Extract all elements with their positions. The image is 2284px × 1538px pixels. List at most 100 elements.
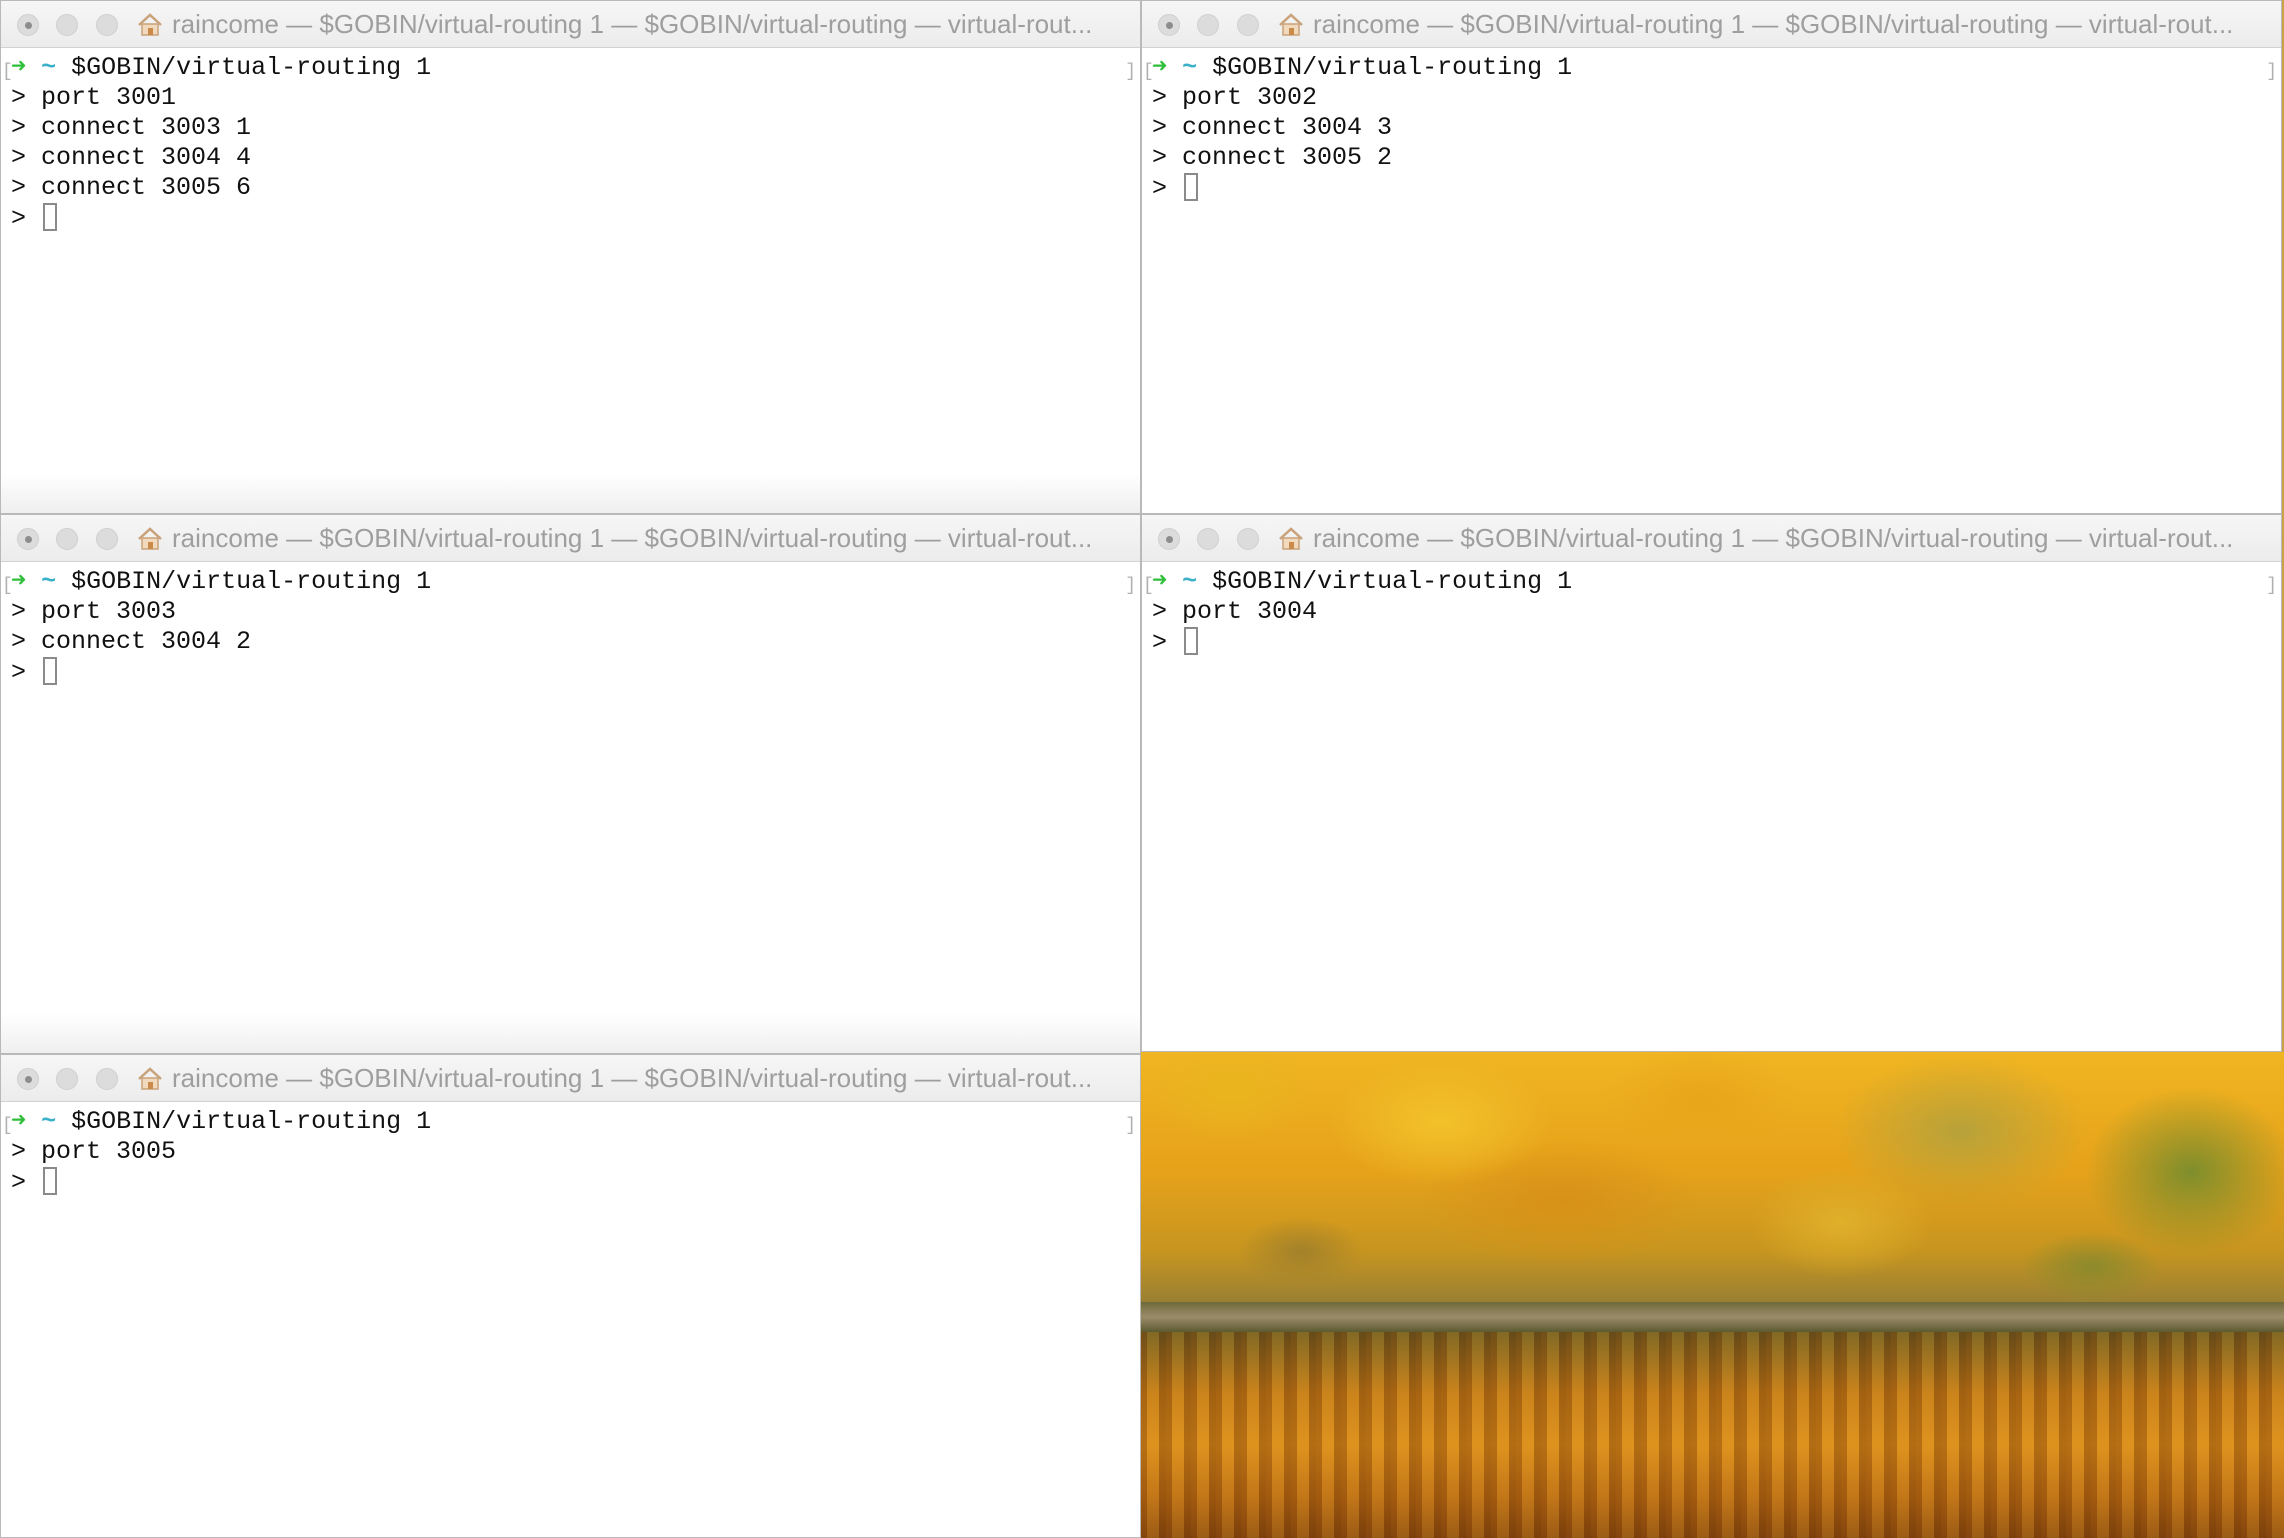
- output-line: > port 3004: [1152, 597, 1318, 626]
- title-bar[interactable]: raincome — $GOBIN/virtual-routing 1 — $G…: [1, 1055, 1140, 1102]
- window-title: raincome — $GOBIN/virtual-routing 1 — $G…: [172, 1063, 1093, 1093]
- window-shade: [1, 1013, 1140, 1053]
- terminal-content[interactable]: [ ] ➜ ~ $GOBIN/virtual-routing 1 > port …: [1, 563, 1140, 1053]
- prompt-command: $GOBIN/virtual-routing 1: [56, 567, 432, 596]
- close-icon[interactable]: [1158, 14, 1180, 36]
- prompt-line: ➜ ~ $GOBIN/virtual-routing 1: [1152, 567, 2281, 597]
- window-title: raincome — $GOBIN/virtual-routing 1 — $G…: [172, 9, 1093, 39]
- window-title: raincome — $GOBIN/virtual-routing 1 — $G…: [1313, 9, 2234, 39]
- input-prompt: >: [1152, 174, 1183, 203]
- prompt-command: $GOBIN/virtual-routing 1: [1197, 53, 1573, 82]
- terminal-window-4[interactable]: raincome — $GOBIN/virtual-routing 1 — $G…: [1141, 514, 2282, 1052]
- text-cursor: [43, 1167, 58, 1195]
- output-line: > port 3003: [11, 597, 177, 626]
- minimize-icon[interactable]: [1197, 14, 1219, 36]
- output-line: > connect 3004 4: [11, 143, 252, 172]
- output-line: > port 3001: [11, 83, 177, 112]
- terminal-window-3[interactable]: raincome — $GOBIN/virtual-routing 1 — $G…: [0, 514, 1141, 1054]
- text-cursor: [1184, 173, 1199, 201]
- close-icon[interactable]: [1158, 528, 1180, 550]
- desktop: raincome — $GOBIN/virtual-routing 1 — $G…: [0, 0, 2284, 1538]
- title-bar[interactable]: raincome — $GOBIN/virtual-routing 1 — $G…: [1, 515, 1140, 562]
- terminal-window-5[interactable]: raincome — $GOBIN/virtual-routing 1 — $G…: [0, 1054, 1141, 1538]
- prompt-line: ➜ ~ $GOBIN/virtual-routing 1: [11, 567, 1140, 597]
- window-title: raincome — $GOBIN/virtual-routing 1 — $G…: [1313, 523, 2234, 553]
- prompt-tilde: ~: [1182, 567, 1198, 596]
- minimize-icon[interactable]: [56, 1068, 78, 1090]
- input-prompt: >: [11, 1168, 42, 1197]
- title-bar[interactable]: raincome — $GOBIN/virtual-routing 1 — $G…: [1142, 1, 2281, 48]
- window-title: raincome — $GOBIN/virtual-routing 1 — $G…: [172, 523, 1093, 553]
- wallpaper-trees: [1141, 1052, 2284, 1317]
- output-line: > connect 3005 2: [1152, 143, 1393, 172]
- line-marker-left: [: [2, 62, 13, 82]
- line-marker-right: ]: [2266, 576, 2277, 596]
- prompt-arrow-icon: ➜: [11, 1107, 27, 1136]
- prompt-tilde: ~: [41, 53, 57, 82]
- input-prompt: >: [11, 658, 42, 687]
- prompt-tilde: ~: [41, 1107, 57, 1136]
- prompt-arrow-icon: ➜: [11, 567, 27, 596]
- input-prompt: >: [11, 204, 42, 233]
- input-line[interactable]: >: [11, 1167, 1140, 1197]
- wallpaper-water: [1141, 1332, 2284, 1538]
- title-bar[interactable]: raincome — $GOBIN/virtual-routing 1 — $G…: [1142, 515, 2281, 562]
- terminal-window-2[interactable]: raincome — $GOBIN/virtual-routing 1 — $G…: [1141, 0, 2282, 514]
- home-icon: [138, 1066, 162, 1090]
- minimize-icon[interactable]: [56, 14, 78, 36]
- text-cursor: [43, 203, 58, 231]
- input-line[interactable]: >: [11, 657, 1140, 687]
- output-line: > port 3002: [1152, 83, 1318, 112]
- output-line: > connect 3005 6: [11, 173, 252, 202]
- terminal-content[interactable]: [ ] ➜ ~ $GOBIN/virtual-routing 1 > port …: [1142, 49, 2281, 513]
- home-icon: [1279, 12, 1303, 36]
- line-marker-right: ]: [1125, 1116, 1136, 1136]
- prompt-command: $GOBIN/virtual-routing 1: [1197, 567, 1573, 596]
- close-icon[interactable]: [17, 1068, 39, 1090]
- line-marker-right: ]: [2266, 62, 2277, 82]
- prompt-line: ➜ ~ $GOBIN/virtual-routing 1: [11, 53, 1140, 83]
- line-marker-left: [: [1143, 576, 1154, 596]
- minimize-icon[interactable]: [56, 528, 78, 550]
- prompt-arrow-icon: ➜: [1152, 53, 1168, 82]
- text-cursor: [1184, 627, 1199, 655]
- input-line[interactable]: >: [11, 203, 1140, 233]
- terminal-content[interactable]: [ ] ➜ ~ $GOBIN/virtual-routing 1 > port …: [1, 1103, 1140, 1537]
- zoom-icon[interactable]: [96, 14, 118, 36]
- prompt-command: $GOBIN/virtual-routing 1: [56, 1107, 432, 1136]
- prompt-arrow-icon: ➜: [11, 53, 27, 82]
- prompt-line: ➜ ~ $GOBIN/virtual-routing 1: [11, 1107, 1140, 1137]
- line-marker-left: [: [1143, 62, 1154, 82]
- terminal-content[interactable]: [ ] ➜ ~ $GOBIN/virtual-routing 1 > port …: [1, 49, 1140, 513]
- zoom-icon[interactable]: [1237, 14, 1259, 36]
- line-marker-right: ]: [1125, 576, 1136, 596]
- desktop-wallpaper: [1141, 1052, 2284, 1538]
- minimize-icon[interactable]: [1197, 528, 1219, 550]
- prompt-tilde: ~: [41, 567, 57, 596]
- output-line: > connect 3004 3: [1152, 113, 1393, 142]
- wallpaper-shore: [1141, 1302, 2284, 1332]
- close-icon[interactable]: [17, 528, 39, 550]
- line-marker-right: ]: [1125, 62, 1136, 82]
- prompt-arrow-icon: ➜: [1152, 567, 1168, 596]
- text-cursor: [43, 657, 58, 685]
- close-icon[interactable]: [17, 14, 39, 36]
- output-line: > port 3005: [11, 1137, 177, 1166]
- zoom-icon[interactable]: [1237, 528, 1259, 550]
- home-icon: [138, 526, 162, 550]
- input-line[interactable]: >: [1152, 173, 2281, 203]
- line-marker-left: [: [2, 576, 13, 596]
- zoom-icon[interactable]: [96, 528, 118, 550]
- title-bar[interactable]: raincome — $GOBIN/virtual-routing 1 — $G…: [1, 1, 1140, 48]
- prompt-command: $GOBIN/virtual-routing 1: [56, 53, 432, 82]
- line-marker-left: [: [2, 1116, 13, 1136]
- input-prompt: >: [1152, 628, 1183, 657]
- zoom-icon[interactable]: [96, 1068, 118, 1090]
- output-line: > connect 3004 2: [11, 627, 252, 656]
- input-line[interactable]: >: [1152, 627, 2281, 657]
- prompt-tilde: ~: [1182, 53, 1198, 82]
- terminal-content[interactable]: [ ] ➜ ~ $GOBIN/virtual-routing 1 > port …: [1142, 563, 2281, 1051]
- output-line: > connect 3003 1: [11, 113, 252, 142]
- home-icon: [138, 12, 162, 36]
- terminal-window-1[interactable]: raincome — $GOBIN/virtual-routing 1 — $G…: [0, 0, 1141, 514]
